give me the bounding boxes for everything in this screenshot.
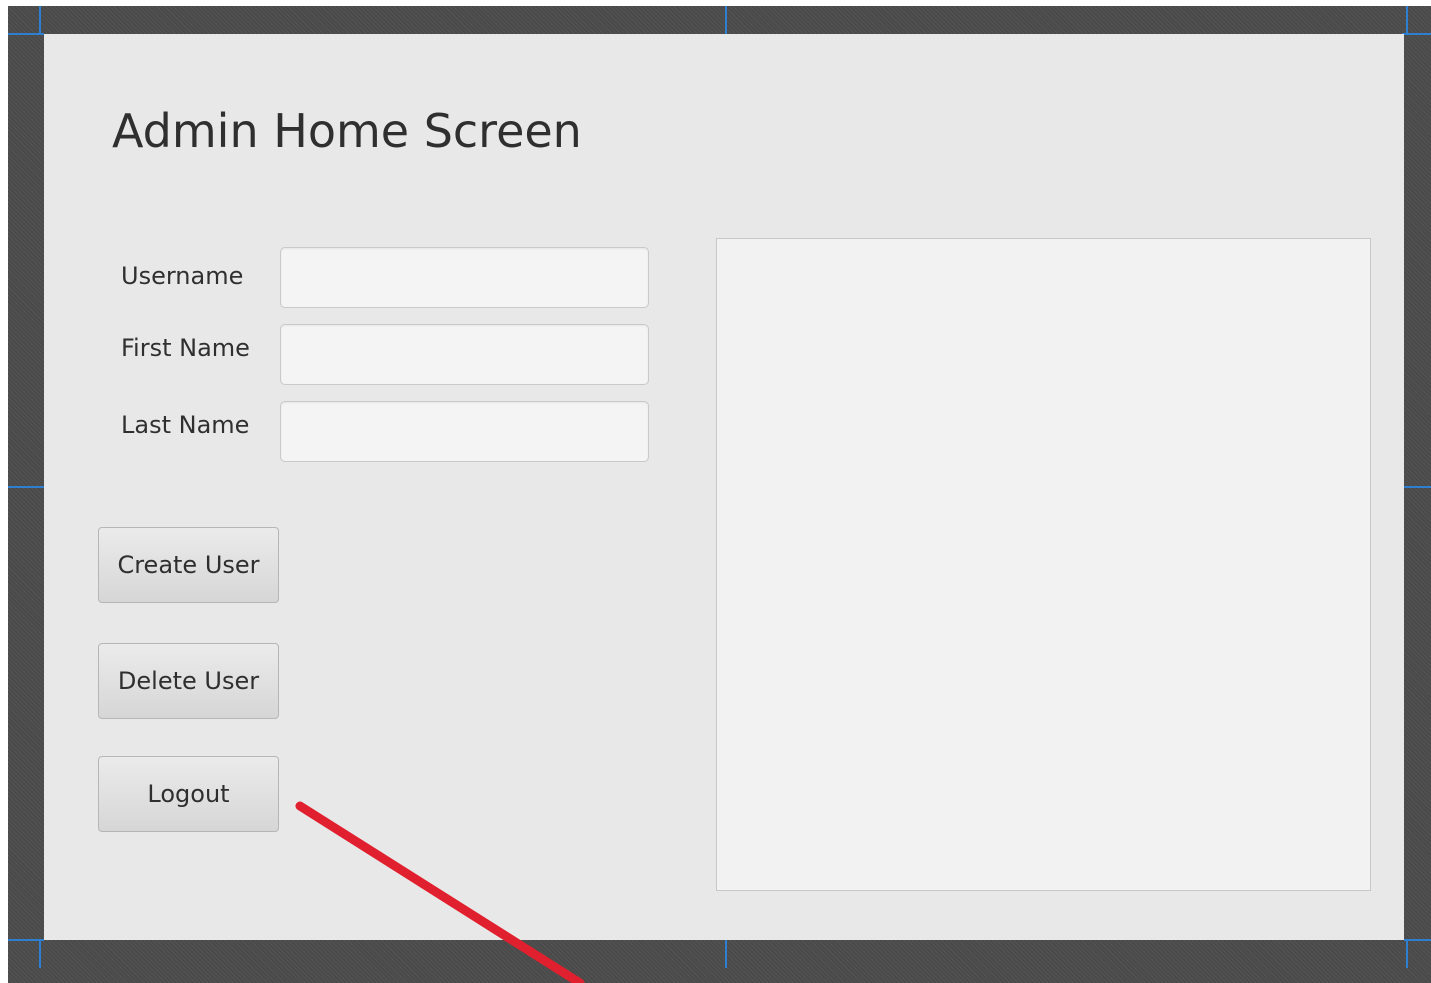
guide-mark-bottom-center-icon — [725, 940, 727, 968]
logout-button-label: Logout — [147, 780, 230, 808]
guide-mark-bottom-left-icon — [39, 940, 41, 968]
first-name-field[interactable] — [280, 324, 649, 385]
first-name-label: First Name — [121, 334, 250, 362]
delete-user-button-label: Delete User — [117, 667, 260, 695]
delete-user-button[interactable]: Delete User — [98, 643, 279, 719]
admin-home-window: Admin Home Screen Username First Name La… — [44, 34, 1404, 940]
user-list-panel[interactable] — [716, 238, 1371, 891]
guide-mark-top-left-icon — [39, 6, 41, 34]
last-name-field[interactable] — [280, 401, 649, 462]
guide-mark-bottom-right-icon — [1404, 939, 1431, 941]
username-label: Username — [121, 262, 244, 290]
page-title: Admin Home Screen — [112, 104, 582, 158]
guide-mark-top-center-icon — [725, 6, 727, 34]
design-canvas: Admin Home Screen Username First Name La… — [8, 6, 1431, 983]
guide-mark-right-middle-icon — [1404, 486, 1431, 488]
logout-button[interactable]: Logout — [98, 756, 279, 832]
last-name-label: Last Name — [121, 411, 250, 439]
guide-mark-top-right-icon — [1406, 6, 1408, 34]
create-user-button[interactable]: Create User — [98, 527, 279, 603]
create-user-button-label: Create User — [117, 551, 260, 579]
guide-mark-bottom-right-icon — [1406, 940, 1408, 968]
username-field[interactable] — [280, 247, 649, 308]
guide-mark-left-middle-icon — [8, 486, 44, 488]
